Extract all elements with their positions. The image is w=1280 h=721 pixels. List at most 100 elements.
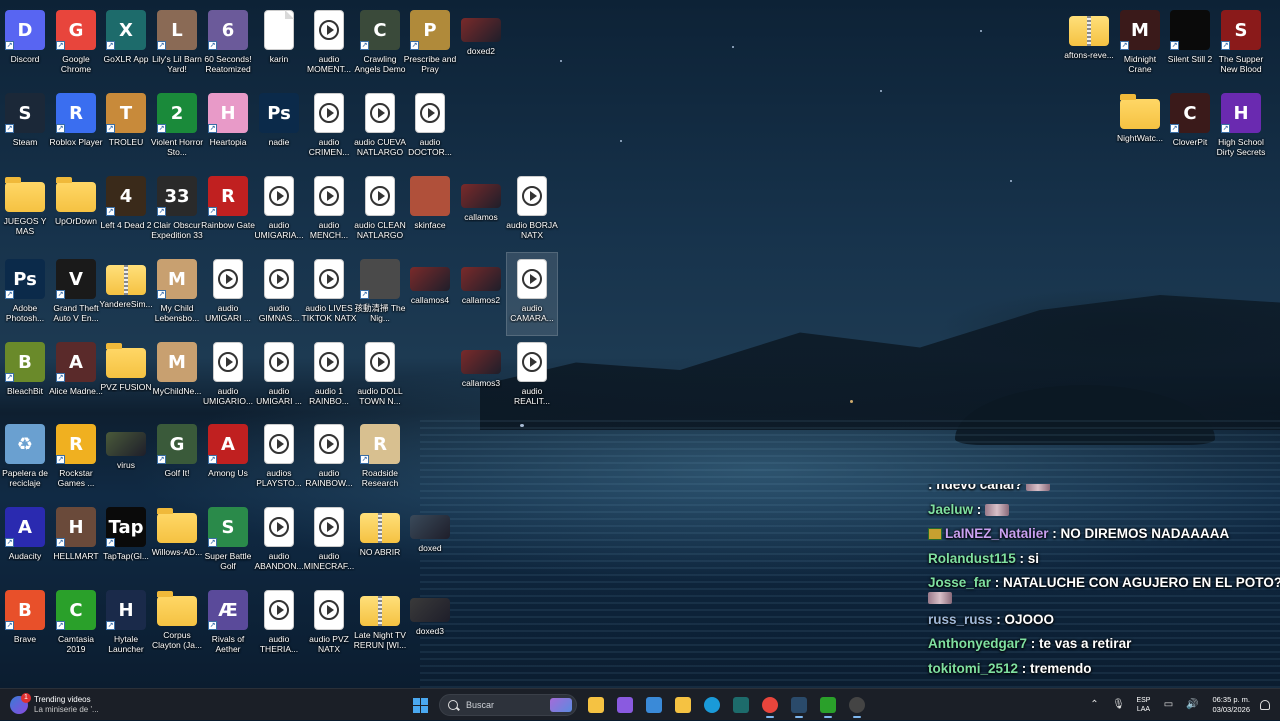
desktop-icon[interactable]: audios PLAYSTO... [254,418,304,500]
desktop-icon[interactable]: Tap ↗ TapTap(Gl... [101,501,151,583]
language-indicator[interactable]: ESP LAA [1136,696,1150,714]
desktop-icon[interactable]: audio UMIGARI ... [203,253,253,335]
desktop-icon[interactable]: audio LIVES TIKTOK NATX [302,253,356,335]
desktop-icon[interactable]: audio CAMARA... [506,252,558,336]
desktop-icon[interactable]: doxed2 [456,4,506,86]
desktop-icon[interactable]: audio CRIMEN... [304,87,354,169]
desktop-icon[interactable]: callamos [456,170,506,252]
desktop-icon[interactable]: virus [101,418,151,500]
chevron-up-icon[interactable]: ⌃ [1087,698,1101,712]
desktop-icon[interactable]: doxed3 [405,584,455,666]
desktop-icon[interactable]: NO ABRIR [355,501,405,583]
desktop-icon[interactable]: PVZ FUSION [100,336,152,418]
network-icon[interactable]: ▭ [1161,698,1175,712]
desktop-icon[interactable]: H ↗ High School Dirty Secrets [1216,87,1266,169]
desktop-icon[interactable]: X ↗ GoXLR App [101,4,151,86]
desktop-icon[interactable]: Ps nadie [254,87,304,169]
taskbar-app-chrome[interactable] [755,692,784,718]
desktop-icon[interactable]: audio UMIGARIO... [203,336,253,418]
desktop-icon[interactable]: JUEGOS Y MAS [0,170,50,252]
desktop-icon[interactable]: R ↗ Rainbow Gate [201,170,255,252]
desktop-icon[interactable]: H ↗ Hytale Launcher [101,584,151,666]
desktop-icon[interactable]: 4 ↗ Left 4 Dead 2 [100,170,152,252]
desktop-icon[interactable]: D ↗ Discord [0,4,50,86]
taskbar-app-obs[interactable] [842,692,871,718]
desktop-icon[interactable]: R ↗ Roblox Player [50,87,102,169]
desktop-icon[interactable]: YandereSim... [99,253,153,335]
desktop-icon[interactable]: audio RAINBOW... [304,418,354,500]
desktop-icon[interactable]: audio PVZ NATX [304,584,354,666]
desktop-icon[interactable]: audio CLEAN NATLARGO [354,170,406,252]
taskbar-app-goxlr[interactable] [726,692,755,718]
desktop-icon[interactable]: G ↗ Google Chrome [51,4,101,86]
desktop-icon[interactable]: Ps ↗ Adobe Photosh... [0,253,50,335]
search-box[interactable]: Buscar [439,694,577,716]
desktop-icon[interactable]: aftons-reve... [1064,4,1114,86]
desktop-icon[interactable]: audio ABANDON... [254,501,304,583]
desktop-icon[interactable]: audio 1 RAINBO... [304,336,354,418]
desktop-icon[interactable]: S ↗ Super Battle Golf [203,501,253,583]
desktop-icon[interactable]: Willows-AD... [152,501,202,583]
taskbar-app-edge[interactable] [697,692,726,718]
desktop-icon[interactable]: 33 ↗ Clair Obscur Expedition 33 [151,170,203,252]
desktop-icon[interactable]: audio REALIT... [507,336,557,418]
desktop-icon[interactable]: NightWatc... [1115,87,1165,169]
desktop-icon[interactable]: M ↗ My Child Lebensbo... [152,253,202,335]
desktop-icon[interactable]: G ↗ Golf It! [152,418,202,500]
microphone-icon[interactable]: 🎙 [1111,698,1125,712]
desktop-icon[interactable]: A ↗ Audacity [0,501,50,583]
clock[interactable]: 06:35 p. m. 03/03/2026 [1212,695,1250,715]
desktop-icon[interactable]: C ↗ Camtasia 2019 [51,584,101,666]
desktop-icon[interactable]: audio BORJA NATX [506,170,558,252]
desktop-icon[interactable]: R ↗ Rockstar Games ... [51,418,101,500]
desktop-icon[interactable]: karin [254,4,304,86]
desktop-icon[interactable]: audio CUEVA NATLARGO [354,87,406,169]
desktop-icon[interactable]: skinface [405,170,455,252]
desktop-icon[interactable]: callamos2 [456,253,506,335]
desktop-icon[interactable]: audio MENCH... [304,170,354,252]
desktop-icon[interactable]: T ↗ TROLEU [101,87,151,169]
desktop-icon[interactable]: C ↗ CloverPit [1165,87,1215,169]
desktop-icon[interactable]: C ↗ Crawling Angels Demo [354,4,406,86]
desktop-icon[interactable]: S ↗ The Supper New Blood [1216,4,1266,86]
desktop-icon[interactable]: audio UMIGARIA... [254,170,304,252]
desktop-icon[interactable]: callamos4 [405,253,455,335]
taskbar-app-folder[interactable] [668,692,697,718]
desktop-icon[interactable]: A ↗ Among Us [203,418,253,500]
desktop-icon[interactable]: M MyChildNe... [152,336,202,418]
desktop-icon[interactable]: audio GIMNAS... [254,253,304,335]
desktop-icon[interactable]: Æ ↗ Rivals of Aether [203,584,253,666]
taskbar-app-steam[interactable] [784,692,813,718]
desktop-icon[interactable]: audio MINECRAF... [304,501,354,583]
desktop-icon[interactable]: H ↗ HELLMART [51,501,101,583]
taskbar-app-copilot[interactable] [610,692,639,718]
volume-icon[interactable]: 🔊 [1185,698,1199,712]
widgets-button[interactable]: 1 Trending videos La miniserie de '... [10,692,99,718]
desktop-icon[interactable]: ♻ Papelera de reciclaje [0,418,50,500]
desktop-icon[interactable]: A ↗ Alice Madne... [49,336,103,418]
desktop-icon[interactable]: L ↗ Lily's Lil Barn Yard! [152,4,202,86]
desktop-icon[interactable]: B ↗ Brave [0,584,50,666]
desktop-icon[interactable]: H ↗ Heartopia [203,87,253,169]
desktop-icon[interactable]: audio THERIA... [254,584,304,666]
desktop-icon[interactable]: 6 ↗ 60 Seconds! Reatomized [203,4,253,86]
taskbar-app-camtasia[interactable] [813,692,842,718]
desktop-icon[interactable]: audio MOMENT... [304,4,354,86]
desktop-icon[interactable]: V ↗ Grand Theft Auto V En... [51,253,101,335]
desktop-icon[interactable]: P ↗ Prescribe and Pray [404,4,456,86]
desktop-icon[interactable]: ↗ 孩動清掃 The Nig... [354,253,406,335]
desktop-icon[interactable]: ↗ Silent Still 2 [1165,4,1215,86]
desktop-icon[interactable]: M ↗ Midnight Crane [1115,4,1165,86]
desktop-icon[interactable]: audio DOCTOR... [405,87,455,169]
desktop-icon[interactable]: S ↗ Steam [0,87,50,169]
desktop-icon[interactable]: callamos3 [456,336,506,418]
desktop-icon[interactable]: 2 ↗ Violent Horror Sto... [151,87,203,169]
desktop-icon[interactable]: audio DOLL TOWN N... [355,336,405,418]
desktop-icon[interactable]: B ↗ BleachBit [0,336,50,418]
taskbar-app-file-explorer[interactable] [581,692,610,718]
taskbar-app-store[interactable] [639,692,668,718]
desktop-icon[interactable]: R ↗ Roadside Research [355,418,405,500]
desktop-icon[interactable]: doxed [405,501,455,583]
desktop-icon[interactable]: audio UMIGARI ... [254,336,304,418]
desktop-icon[interactable]: Corpus Clayton (Ja... [152,584,202,666]
